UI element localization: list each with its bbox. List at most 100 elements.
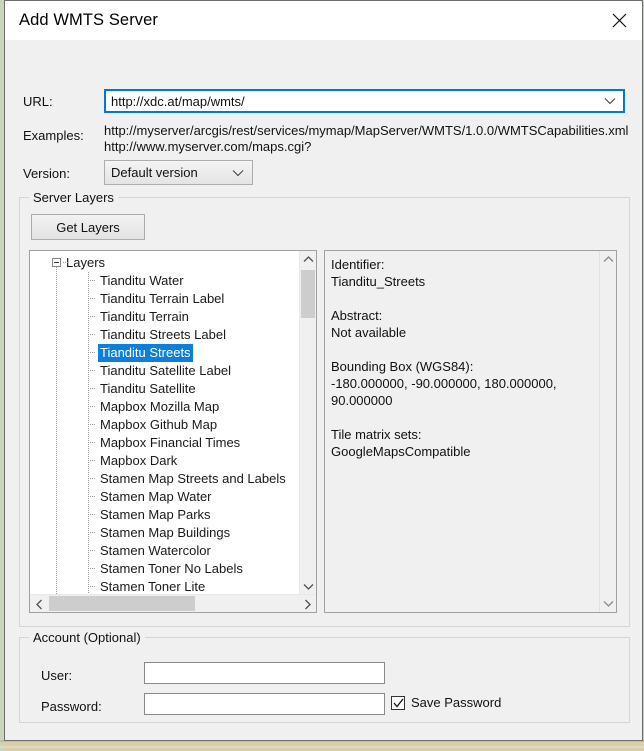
version-label: Version: — [23, 166, 70, 181]
tree-item[interactable]: Tianditu Streets Label — [30, 326, 299, 344]
close-glyph — [612, 13, 626, 27]
tree-item-label: Tianditu Streets — [98, 344, 193, 362]
examples-label: Examples: — [23, 128, 84, 143]
tree-connector — [88, 524, 89, 542]
user-label: User: — [41, 668, 73, 683]
tree-item-label: Mapbox Dark — [100, 453, 178, 468]
tree-item-label: Tianditu Satellite — [100, 381, 196, 396]
tree-connector — [88, 308, 89, 326]
tree-root-label: Layers — [66, 255, 106, 270]
save-password-checkbox[interactable]: Save Password — [391, 695, 501, 710]
user-input[interactable] — [144, 662, 385, 684]
tree-item-label: Mapbox Mozilla Map — [100, 399, 220, 414]
tree-item[interactable]: Mapbox Mozilla Map — [30, 398, 299, 416]
tree-connector — [88, 272, 89, 290]
chevron-down-icon[interactable] — [600, 595, 616, 612]
server-layers-group: Server Layers Get Layers Layers Tianditu … — [19, 190, 630, 627]
tree-item[interactable]: Stamen Toner No Labels — [30, 560, 299, 578]
examples-line-1: http://myserver/arcgis/rest/services/mym… — [104, 123, 629, 138]
chevron-down-glyph — [603, 601, 613, 607]
tree-item[interactable]: Tianditu Terrain Label — [30, 290, 299, 308]
chevron-right-glyph — [304, 599, 311, 609]
tree-item[interactable]: Mapbox Financial Times — [30, 434, 299, 452]
tree-connector — [88, 550, 96, 551]
tree-hscroll-thumb[interactable] — [49, 596, 195, 611]
info-vertical-scrollbar[interactable] — [599, 251, 616, 612]
layers-tree-panel: Layers Tianditu Water Tianditu Terrain Lab… — [29, 250, 317, 613]
chevron-left-icon[interactable] — [30, 595, 48, 612]
url-value: http://xdc.at/map/wmts/ — [111, 93, 245, 109]
chevron-down-glyph — [303, 584, 313, 590]
tree-connector — [88, 380, 89, 398]
tree-horizontal-scrollbar[interactable] — [30, 594, 316, 612]
ok-button[interactable]: OK — [433, 740, 518, 741]
password-input[interactable] — [144, 693, 385, 715]
chevron-up-icon[interactable] — [600, 251, 616, 268]
tree-item-label: Stamen Map Water — [100, 489, 212, 504]
account-group: Account (Optional) User: Password: Save … — [19, 630, 630, 723]
tree-item-label: Stamen Toner No Labels — [100, 561, 243, 576]
examples-text: http://myserver/arcgis/rest/services/mym… — [104, 123, 628, 155]
check-icon — [391, 695, 405, 710]
tree-scroll-thumb[interactable] — [301, 270, 315, 318]
collapse-minus-icon[interactable] — [52, 258, 61, 267]
tree-item-label: Stamen Map Parks — [100, 507, 211, 522]
tree-item[interactable]: Tianditu Satellite — [30, 380, 299, 398]
tree-connector — [88, 352, 96, 353]
tree-item[interactable]: Stamen Map Buildings — [30, 524, 299, 542]
tree-item[interactable]: Tianditu Satellite Label — [30, 362, 299, 380]
layers-tree-viewport[interactable]: Layers Tianditu Water Tianditu Terrain Lab… — [30, 251, 299, 595]
tree-item[interactable]: Stamen Watercolor — [30, 542, 299, 560]
save-password-label: Save Password — [411, 695, 502, 710]
version-select[interactable]: Default version — [104, 160, 253, 185]
tree-item[interactable]: Mapbox Github Map — [30, 416, 299, 434]
tree-item[interactable]: Tianditu Terrain — [30, 308, 299, 326]
tree-connector — [88, 496, 96, 497]
tree-connector — [88, 568, 96, 569]
tree-connector — [88, 506, 89, 524]
check-glyph — [393, 698, 404, 708]
chevron-up-icon[interactable] — [300, 251, 316, 268]
close-icon[interactable] — [596, 1, 642, 39]
tree-vertical-scrollbar[interactable] — [299, 251, 316, 595]
tree-item-label: Stamen Toner Lite — [100, 579, 206, 594]
tree-connector — [88, 586, 96, 587]
cancel-button[interactable]: Cancel — [539, 740, 624, 741]
tree-connector — [88, 434, 89, 452]
tree-item[interactable]: Tianditu Streets — [30, 344, 299, 362]
tree-item[interactable]: Stamen Map Water — [30, 488, 299, 506]
tree-item-label: Mapbox Github Map — [100, 417, 218, 432]
tree-connector — [88, 370, 96, 371]
chevron-down-icon[interactable] — [224, 169, 252, 177]
tree-connector — [88, 416, 89, 434]
get-layers-button[interactable]: Get Layers — [31, 214, 145, 240]
tree-item[interactable]: Stamen Map Streets and Labels — [30, 470, 299, 488]
tree-item-label: Tianditu Terrain Label — [100, 291, 225, 306]
tree-connector — [88, 316, 96, 317]
chevron-down-icon[interactable] — [300, 578, 316, 595]
tree-connector — [88, 334, 96, 335]
chevron-down-icon[interactable] — [597, 97, 623, 105]
chevron-right-icon[interactable] — [298, 595, 316, 612]
tree-connector — [88, 344, 89, 362]
tree-connector — [88, 532, 96, 533]
server-layers-legend: Server Layers — [29, 190, 118, 205]
page-title: Add WMTS Server — [19, 10, 159, 29]
tree-item-label: Mapbox Financial Times — [100, 435, 241, 450]
layers-tree-list: Layers Tianditu Water Tianditu Terrain Lab… — [30, 251, 299, 595]
tree-connector — [88, 398, 89, 416]
tree-connector — [88, 298, 96, 299]
tree-connector — [88, 290, 89, 308]
tree-item[interactable]: Tianditu Water — [30, 272, 299, 290]
tree-item[interactable]: Stamen Toner Lite — [30, 578, 299, 595]
tree-item-label: Stamen Map Buildings — [100, 525, 231, 540]
tree-root-node[interactable]: Layers — [30, 254, 299, 272]
version-value: Default version — [111, 165, 198, 180]
chevron-up-glyph — [303, 256, 313, 262]
tree-item[interactable]: Mapbox Dark — [30, 452, 299, 470]
url-input[interactable]: http://xdc.at/map/wmts/ — [104, 89, 625, 113]
tree-connector — [88, 388, 96, 389]
tree-item[interactable]: Stamen Map Parks — [30, 506, 299, 524]
examples-line-2: http://www.myserver.com/maps.cgi? — [104, 139, 312, 154]
tree-connector — [88, 280, 96, 281]
